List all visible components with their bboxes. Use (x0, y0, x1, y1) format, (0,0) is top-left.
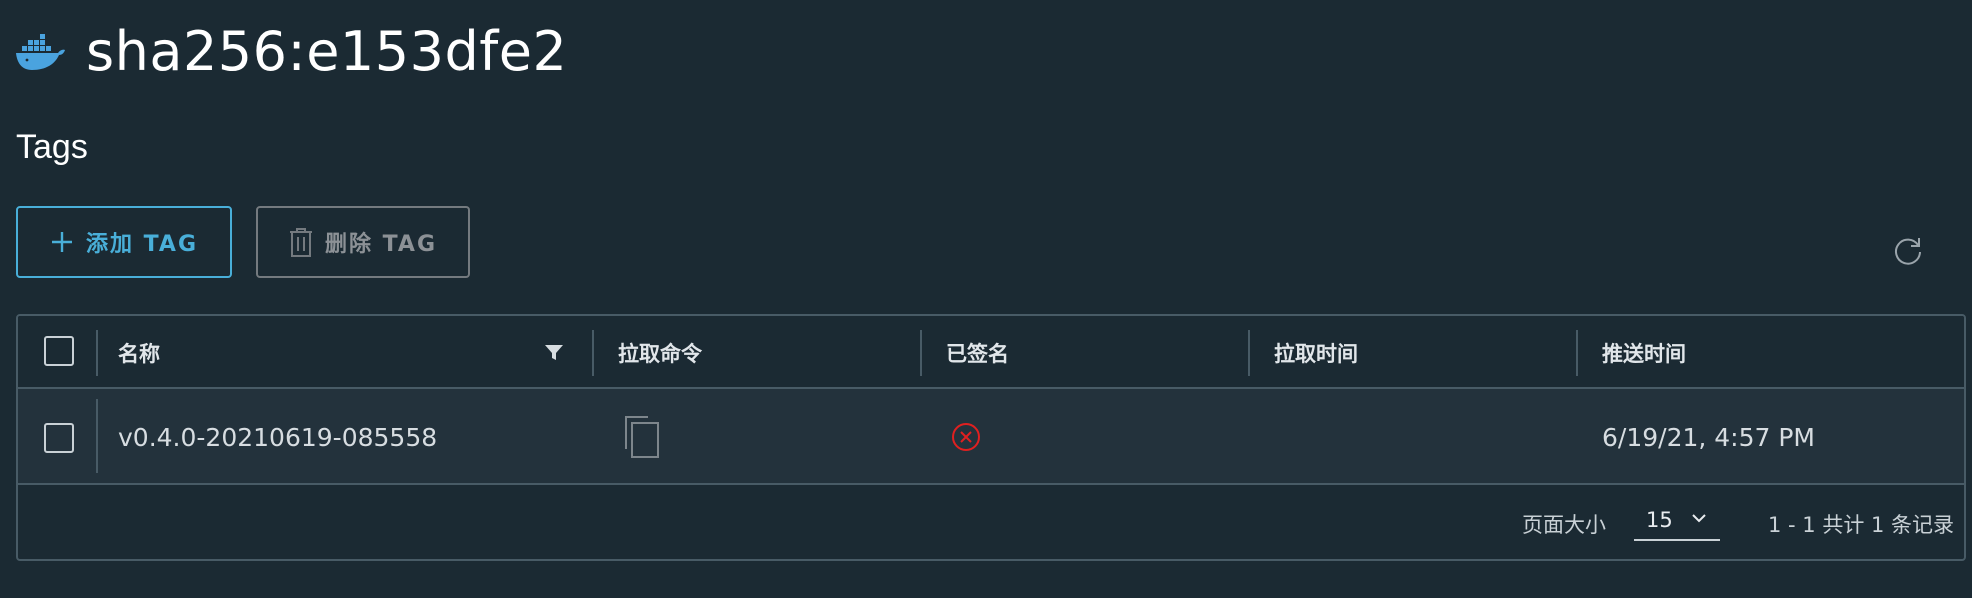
column-header-pull-time: 拉取时间 (1274, 341, 1358, 366)
push-time: 6/19/21, 4:57 PM (1602, 422, 1816, 452)
delete-tag-label: 删除 TAG (324, 232, 438, 257)
table-footer: 页面大小 15 1 - 1 共计 1 条记录 (18, 487, 1964, 559)
chevron-down-icon (1692, 514, 1706, 523)
signed-cell (950, 389, 982, 485)
add-tag-label: 添加 TAG (85, 232, 199, 257)
title-row: sha256:e153dfe2 (14, 14, 567, 88)
copy-icon[interactable] (622, 415, 662, 459)
tags-table: 名称 拉取命令 已签名 拉取时间 推送时间 v0.4.0-20210619-08… (16, 314, 1966, 561)
pagination-summary: 1 - 1 共计 1 条记录 (1768, 513, 1955, 537)
section-title-tags: Tags (16, 128, 88, 166)
page: sha256:e153dfe2 Tags 添加 TAG 删除 TAG 名称 拉取… (0, 0, 1972, 598)
pull-command-cell (622, 389, 662, 485)
delete-tag-button[interactable]: 删除 TAG (256, 206, 470, 278)
page-size-value: 15 (1646, 508, 1673, 532)
table-row: v0.4.0-20210619-085558 6/19/21, 4:57 PM (18, 389, 1964, 485)
page-size-label: 页面大小 (1522, 513, 1606, 537)
column-divider (1576, 330, 1578, 376)
trash-icon (289, 227, 313, 257)
row-checkbox[interactable] (44, 423, 74, 453)
table-header: 名称 拉取命令 已签名 拉取时间 推送时间 (18, 316, 1964, 389)
column-divider (1248, 330, 1250, 376)
column-header-signed: 已签名 (946, 341, 1009, 366)
add-tag-button[interactable]: 添加 TAG (16, 206, 232, 278)
column-header-pull-command: 拉取命令 (618, 341, 702, 366)
plus-icon (50, 230, 74, 254)
tag-name: v0.4.0-20210619-085558 (118, 422, 438, 452)
page-title: sha256:e153dfe2 (86, 19, 568, 83)
filter-icon[interactable] (544, 342, 564, 362)
select-all-checkbox[interactable] (44, 336, 74, 366)
column-divider (96, 330, 98, 376)
column-header-push-time: 推送时间 (1602, 341, 1686, 366)
refresh-icon[interactable] (1892, 234, 1924, 266)
column-header-name[interactable]: 名称 (118, 316, 160, 389)
column-divider (920, 330, 922, 376)
error-circle-icon (952, 423, 980, 451)
docker-whale-icon (16, 34, 65, 70)
column-divider (592, 330, 594, 376)
page-size-select[interactable]: 15 (1634, 501, 1720, 541)
column-divider (96, 399, 98, 473)
